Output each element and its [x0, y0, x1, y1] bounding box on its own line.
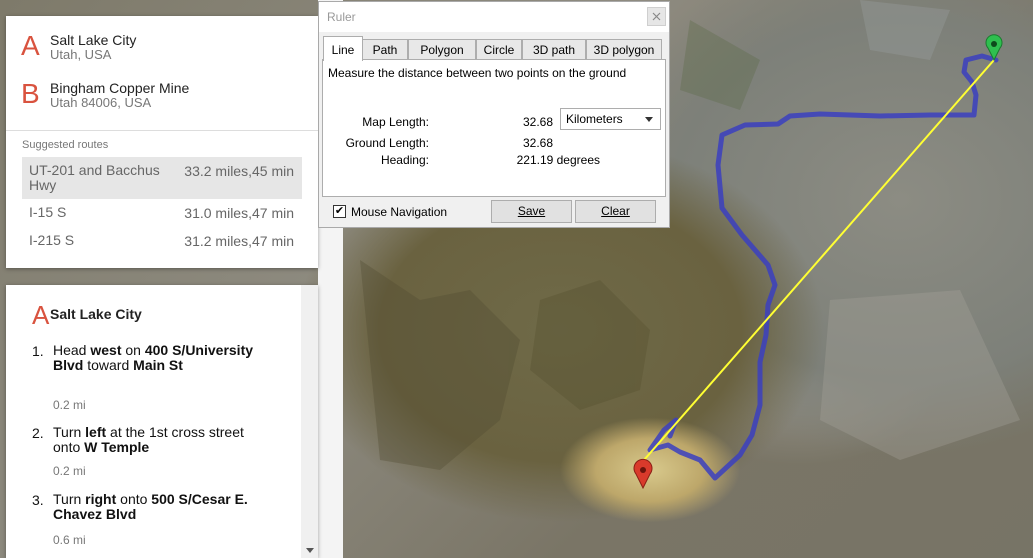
- step-number: 1.: [32, 343, 44, 359]
- tab-line[interactable]: Line: [323, 36, 363, 61]
- waypoint-b-letter: B: [21, 78, 40, 109]
- start-name: Salt Lake City: [50, 306, 142, 322]
- unit-select[interactable]: Kilometers: [560, 108, 661, 130]
- step-text: Head west on 400 S/University Blvd towar…: [53, 342, 254, 373]
- waypoint-a-name: Salt Lake City: [50, 32, 137, 48]
- start-letter: A: [32, 300, 50, 330]
- directions-scrollbar[interactable]: [301, 285, 318, 558]
- waypoint-b-name: Bingham Copper Mine: [50, 80, 190, 96]
- step-distance: 0.2 mi: [53, 464, 86, 478]
- save-label: Save: [517, 204, 546, 218]
- ruler-tab-content: Measure the distance between two points …: [322, 59, 666, 197]
- ruler-title: Ruler: [327, 10, 356, 24]
- suggested-routes-title: Suggested routes: [22, 139, 109, 151]
- route-option-1[interactable]: UT-201 and Bacchus Hwy 33.2 miles,45 min: [22, 157, 302, 199]
- route-distance: 33.2 miles,45 min: [184, 163, 294, 179]
- ruler-titlebar[interactable]: Ruler: [319, 2, 669, 32]
- step-number: 2.: [32, 425, 44, 441]
- checkbox[interactable]: ✔: [333, 205, 346, 218]
- route-search-panel: A Salt Lake City Utah, USA B Bingham Cop…: [6, 16, 318, 268]
- tab-polygon[interactable]: Polygon: [408, 39, 476, 60]
- ruler-dialog: Ruler Line Path Polygon Circle 3D path 3…: [318, 1, 670, 228]
- waypoint-b-address: Utah 84006, USA: [50, 95, 152, 110]
- route-distance: 31.2 miles,47 min: [184, 233, 294, 249]
- waypoint-a-address: Utah, USA: [50, 47, 112, 62]
- tab-3d-polygon[interactable]: 3D polygon: [586, 39, 662, 60]
- waypoint-b[interactable]: B Bingham Copper Mine Utah 84006, USA: [6, 76, 318, 124]
- tab-path[interactable]: Path: [362, 39, 408, 60]
- unit-selected: Kilometers: [566, 112, 623, 126]
- mouse-navigation-label: Mouse Navigation: [351, 205, 448, 219]
- tab-circle[interactable]: Circle: [476, 39, 522, 60]
- heading-value: 221.19 degrees: [516, 153, 600, 167]
- waypoint-a[interactable]: A Salt Lake City Utah, USA: [6, 28, 318, 76]
- step-distance: 0.2 mi: [53, 398, 86, 412]
- map-length-label: Map Length:: [362, 115, 429, 129]
- heading-label: Heading:: [380, 153, 429, 167]
- scroll-down-arrow-icon[interactable]: [306, 548, 314, 553]
- close-icon[interactable]: [647, 7, 666, 26]
- route-name: I-15 S: [29, 204, 67, 220]
- step-text: Turn right onto 500 S/Cesar E. Chavez Bl…: [53, 491, 248, 522]
- map-length-value: 32.68: [522, 115, 553, 129]
- step-number: 3.: [32, 492, 44, 508]
- step-text: Turn left at the 1st cross street onto W…: [53, 424, 244, 455]
- route-distance: 31.0 miles,47 min: [184, 205, 294, 221]
- ground-length-label: Ground Length:: [345, 136, 429, 150]
- clear-label: Clear: [601, 204, 630, 218]
- suggested-routes: Suggested routes UT-201 and Bacchus Hwy …: [6, 130, 318, 269]
- route-option-2[interactable]: I-15 S 31.0 miles,47 min: [22, 199, 302, 227]
- clear-button[interactable]: Clear: [575, 200, 656, 223]
- tab-3d-path[interactable]: 3D path: [522, 39, 586, 60]
- save-button[interactable]: Save: [491, 200, 572, 223]
- route-option-3[interactable]: I-215 S 31.2 miles,47 min: [22, 227, 302, 255]
- route-name: UT-201 and Bacchus Hwy: [29, 162, 160, 193]
- directions-panel[interactable]: A Salt Lake City 1. Head west on 400 S/U…: [6, 285, 318, 558]
- red-pin-icon[interactable]: [633, 458, 653, 490]
- chevron-down-icon: [645, 117, 653, 122]
- ruler-description: Measure the distance between two points …: [328, 66, 627, 80]
- ground-length-value: 32.68: [522, 136, 553, 150]
- step-distance: 0.6 mi: [53, 533, 86, 547]
- waypoint-a-letter: A: [21, 30, 40, 61]
- route-name: I-215 S: [29, 232, 75, 248]
